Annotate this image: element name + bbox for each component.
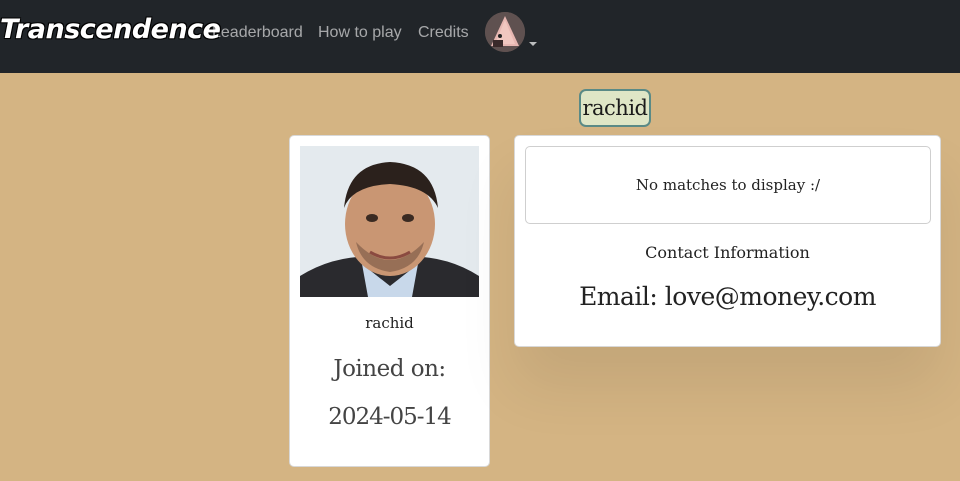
empty-matches-text: No matches to display :/ <box>635 176 821 194</box>
username-badge: rachid <box>579 89 651 127</box>
user-avatar-icon[interactable] <box>485 12 525 52</box>
brand-logo[interactable]: Transcendence <box>0 14 221 45</box>
profile-card: rachid Joined on: 2024-05-14 <box>289 135 490 467</box>
nav-how-to-play-link[interactable]: How to play <box>318 24 402 42</box>
nav-leaderboard-link[interactable]: Leaderboard <box>212 24 303 42</box>
joined-label: Joined on: <box>333 356 446 382</box>
top-navbar: Transcendence Leaderboard How to play Cr… <box>0 0 960 73</box>
contact-info-heading: Contact Information <box>645 243 810 262</box>
email-text: Email: love@money.com <box>579 282 876 311</box>
info-card: No matches to display :/ Contact Informa… <box>514 135 941 347</box>
nav-credits-link[interactable]: Credits <box>418 24 469 42</box>
chevron-down-icon[interactable] <box>529 42 537 46</box>
profile-photo <box>300 146 479 297</box>
match-history-panel: No matches to display :/ <box>525 146 931 224</box>
user-menu-dropdown[interactable] <box>485 12 541 54</box>
joined-date: 2024-05-14 <box>328 404 452 430</box>
profile-name: rachid <box>365 314 414 332</box>
